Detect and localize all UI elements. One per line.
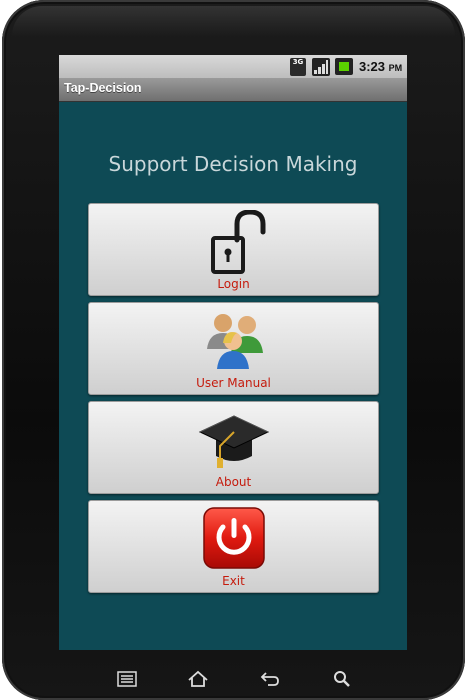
padlock-open-icon	[210, 210, 265, 274]
system-nav-bar	[95, 662, 375, 695]
about-button[interactable]: About	[88, 401, 379, 494]
user-manual-button[interactable]: User Manual	[88, 302, 379, 395]
power-icon	[202, 507, 265, 569]
login-button-label: Login	[217, 277, 250, 291]
login-button[interactable]: Login	[88, 203, 379, 296]
about-button-label: About	[215, 475, 252, 489]
exit-button-label: Exit	[222, 574, 245, 588]
search-icon[interactable]	[333, 670, 351, 688]
users-group-icon	[206, 314, 263, 369]
app-screen: 3G 3:23 PM Tap-Decision Support Decision…	[59, 55, 407, 650]
status-time: 3:23 PM	[359, 57, 402, 76]
app-title: Tap-Decision	[64, 81, 142, 95]
network-type-label: 3G	[292, 58, 304, 66]
battery-charging-icon	[335, 58, 353, 75]
back-icon[interactable]	[259, 670, 281, 688]
exit-button[interactable]: Exit	[88, 500, 379, 593]
menu-icon[interactable]	[117, 670, 137, 688]
page-heading: Support Decision Making	[108, 152, 358, 176]
signal-bars-icon	[312, 58, 330, 76]
app-title-bar: Tap-Decision	[59, 78, 407, 102]
graduation-cap-icon	[198, 415, 269, 468]
home-icon[interactable]	[187, 670, 209, 688]
user-manual-button-label: User Manual	[196, 376, 271, 390]
network-3g-icon: 3G	[290, 58, 306, 76]
status-bar: 3G 3:23 PM	[59, 55, 407, 78]
bezel-highlight	[12, 6, 455, 36]
time-text: 3:23	[359, 59, 386, 74]
time-ampm: PM	[388, 63, 403, 73]
